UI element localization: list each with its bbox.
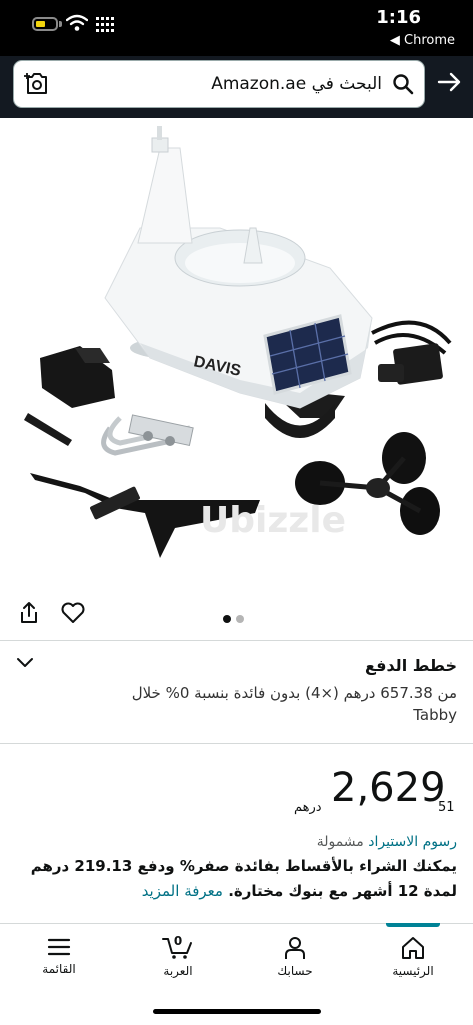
search-placeholder: البحث في Amazon.ae [211,74,382,94]
nav-menu[interactable]: القائمة [14,924,104,994]
share-icon[interactable] [16,600,42,626]
wifi-icon [66,14,88,31]
divider [0,743,473,744]
import-fees-line: رسوم الاستيراد مشمولة [317,834,457,850]
mounting-bracket-shape [24,346,115,446]
menu-icon [47,938,71,956]
import-fees-link[interactable]: رسوم الاستيراد [368,834,457,850]
arrow-right-icon[interactable] [437,70,463,94]
clock: 1:16 [376,7,421,28]
nav-menu-label: القائمة [42,962,76,976]
image-carousel-dots[interactable] [223,608,249,627]
header: البحث في Amazon.ae [0,56,473,118]
signal-grid-icon [96,17,114,32]
nav-home-label: الرئيسية [392,964,434,978]
nav-active-indicator [386,923,440,927]
installment-text: يمكنك الشراء بالأقساط بفائدة صفر% ودفع 2… [30,857,457,900]
nav-cart-label: العربة [163,964,193,978]
nav-account-label: حسابك [277,964,313,978]
account-icon [285,937,305,959]
carousel-dot-active[interactable] [223,615,231,623]
cart-count-badge: 0 [173,934,183,948]
home-indicator [153,1009,321,1014]
nav-account[interactable]: حسابك [250,924,340,994]
watermark: Ubizzle [200,500,347,541]
import-fees-included: مشمولة [316,834,364,850]
home-icon [402,937,424,959]
payment-plan-text: من 657.38 درهم (×4) بدون فائدة بنسبة 0% … [131,684,457,702]
payment-plan-provider: Tabby [413,706,457,724]
nav-home[interactable]: الرئيسية [368,923,458,994]
heart-icon[interactable] [60,601,86,625]
divider [0,640,473,641]
search-icon[interactable] [392,73,414,95]
learn-more-link[interactable]: معرفة المزيد [142,882,223,900]
u-bolt-shape [101,414,194,456]
power-adapter-shape [371,320,452,385]
battery-icon [32,17,58,31]
back-to-app-link[interactable]: ◀ Chrome [390,33,455,48]
installment-offer: يمكنك الشراء بالأقساط بفائدة صفر% ودفع 2… [17,854,457,904]
chevron-down-icon[interactable] [16,656,34,670]
carousel-dot[interactable] [236,615,244,623]
search-input[interactable]: البحث في Amazon.ae [13,60,425,108]
camera-search-icon[interactable] [24,71,50,97]
payment-plans-title[interactable]: خطط الدفع [365,656,457,675]
status-bar: 1:16 ◀ Chrome [0,0,473,56]
price-currency: درهم [294,800,322,815]
price-whole: 2,629 [331,765,446,811]
nav-cart[interactable]: 0 العربة [133,924,223,994]
